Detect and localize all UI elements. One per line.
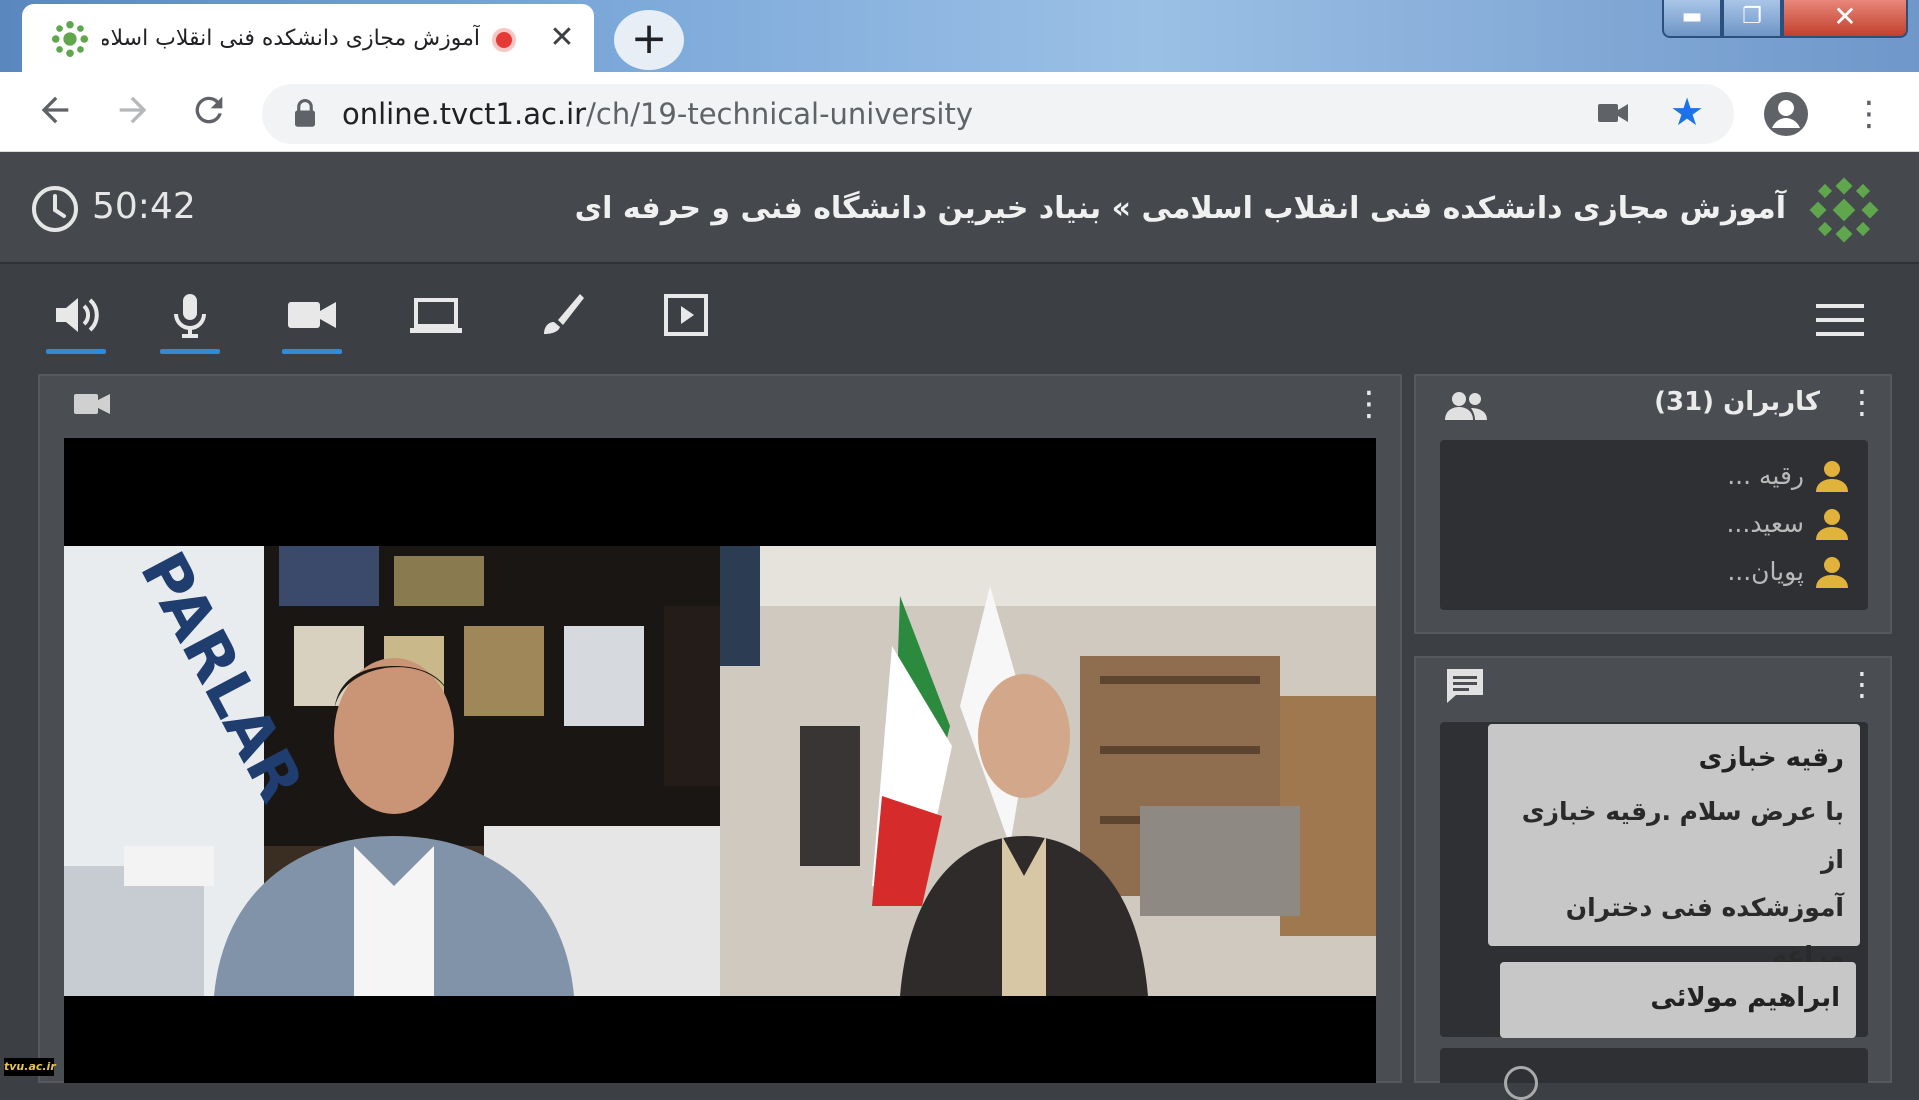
user-icon [1816,461,1848,492]
screen-share-button[interactable] [404,290,468,346]
user-icon [1816,557,1848,588]
users-panel-menu-icon[interactable]: ⋮ [1846,382,1878,422]
session-timer: 50:42 [92,186,196,227]
laptop-icon [410,298,462,333]
chat-message: ابراهیم مولائی [1500,962,1856,1038]
url-text[interactable]: online.tvct1.ac.ir/ch/19-technical-unive… [342,94,973,134]
account-icon[interactable] [1762,90,1810,138]
list-item[interactable]: پویان... [1727,552,1850,592]
participant-video-right [720,546,1376,996]
message-line: با عرض سلام .رقیه خبازی از [1521,797,1844,874]
user-name: پویان... [1727,557,1804,586]
whiteboard-button[interactable] [530,290,594,346]
users-panel-title: کاربران (31) [1654,387,1820,417]
active-indicator [46,349,106,354]
url-path: /ch/19-technical-university [586,97,973,131]
users-list: رقیه ... سعید... پویان... [1440,440,1868,610]
lock-icon[interactable] [292,98,318,128]
camera-icon[interactable] [1596,100,1630,126]
clock-icon [32,186,78,232]
camera-toggle-button[interactable] [280,290,344,354]
list-item[interactable]: رقیه ... [1727,456,1850,496]
site-favicon-icon [51,20,89,58]
tab-title: آموزش مجازی دانشکده فنی انقلاب اسلامی [102,26,480,51]
participant-video-left: PARLAR [64,546,720,996]
window-minimize-button[interactable]: ▬ [1662,0,1722,38]
video-panel-menu-icon[interactable]: ⋮ [1352,384,1386,424]
chat-message: رقیه خبازی با عرض سلام .رقیه خبازی از آم… [1488,724,1860,970]
brush-icon [544,294,584,334]
user-name: رقیه ... [1727,461,1804,490]
chat-icon [1447,669,1483,703]
star-icon[interactable]: ★ [1670,92,1704,132]
message-sender: رقیه خبازی [1698,743,1844,773]
more-vert-icon[interactable]: ⋮ [1852,94,1886,134]
chat-panel-menu-icon[interactable]: ⋮ [1846,664,1878,704]
list-item[interactable]: سعید... [1726,504,1850,544]
page-title: آموزش مجازی دانشکده فنی انقلاب اسلامی » … [574,191,1786,226]
hamburger-menu-icon[interactable] [1814,300,1866,340]
window-maximize-button[interactable]: ❐ [1722,0,1782,38]
user-name: سعید... [1726,509,1804,538]
browser-tab[interactable]: آموزش مجازی دانشکده فنی انقلاب اسلامی ✕ [22,4,594,74]
active-indicator [160,349,220,354]
university-logo-icon [1809,177,1879,243]
microphone-toggle-button[interactable] [158,290,222,354]
close-tab-button[interactable]: ✕ [542,18,582,58]
video-camera-icon [74,394,110,414]
emoji-icon[interactable] [1504,1066,1538,1100]
watermark: tvu.ac.ir [4,1058,56,1076]
back-arrow-icon[interactable] [30,90,80,136]
new-tab-button[interactable]: + [614,10,684,70]
message-sender: ابراهیم مولائی [1650,983,1840,1013]
reload-icon[interactable] [184,90,234,136]
message-line: آموزشکده فنی دختران [1565,893,1844,922]
speaker-toggle-button[interactable] [44,290,108,354]
active-indicator [282,349,342,354]
play-box-icon [664,294,708,336]
user-icon [1816,509,1848,540]
window-close-button[interactable]: ✕ [1782,0,1908,38]
url-domain: online.tvct1.ac.ir [342,97,587,131]
microphone-icon [174,294,206,338]
users-group-icon [1445,392,1487,420]
speaker-icon [56,298,99,332]
recording-indicator-icon [492,28,516,52]
video-camera-icon [288,302,336,328]
forward-arrow-icon[interactable] [108,90,158,136]
media-player-button[interactable] [654,290,718,346]
